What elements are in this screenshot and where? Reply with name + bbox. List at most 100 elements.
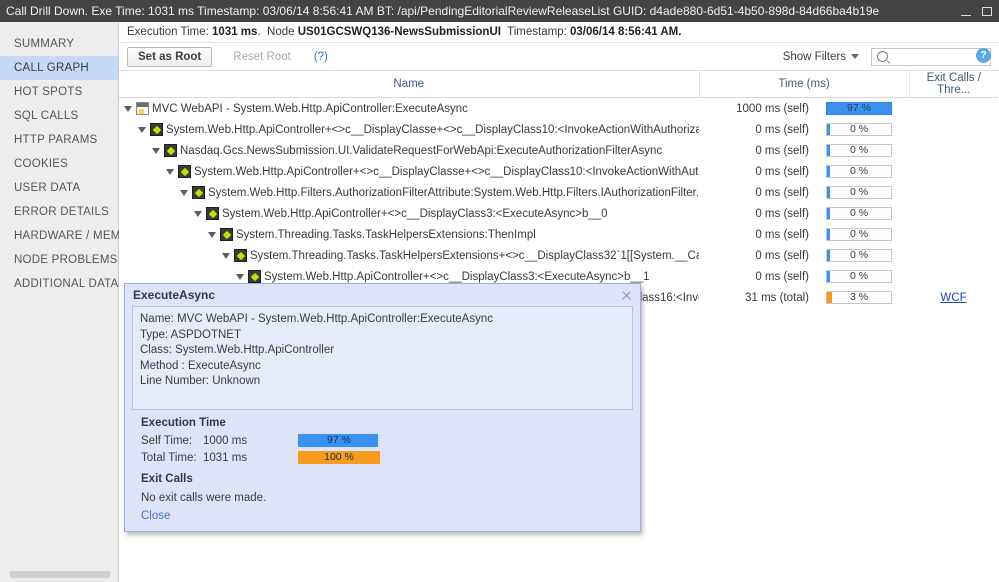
method-node-icon — [248, 270, 261, 283]
show-filters-dropdown[interactable]: Show Filters — [783, 51, 859, 63]
popup-execution-time-heading: Execution Time — [141, 417, 226, 429]
percent-bar: 0 % — [826, 144, 892, 157]
table-row[interactable]: System.Web.Http.Filters.AuthorizationFil… — [119, 182, 998, 203]
cell-exit-calls — [909, 98, 998, 120]
popup-header: ExecuteAsync — [125, 284, 640, 306]
cell-exit-calls — [909, 203, 998, 224]
timestamp-label: Timestamp: — [507, 26, 567, 38]
method-node-icon — [192, 186, 205, 199]
popup-close-link[interactable]: Close — [125, 507, 640, 531]
percent-bar: 0 % — [826, 270, 892, 283]
percent-bar: 97 % — [826, 102, 892, 115]
collapse-triangle-icon[interactable] — [165, 166, 176, 177]
cell-percent-bar: 3 % — [809, 287, 909, 308]
node-label: System.Web.Http.ApiController+<>c__Displ… — [222, 207, 608, 220]
cell-time: 0 ms (self) — [755, 228, 809, 241]
column-header-time[interactable]: Time (ms) — [699, 71, 910, 98]
cell-time: 1000 ms (self) — [736, 102, 809, 115]
popup-total-time-row: Total Time: 1031 ms 100 % — [125, 449, 640, 466]
table-row[interactable]: System.Threading.Tasks.TaskHelpersExtens… — [119, 245, 998, 266]
table-row[interactable]: System.Web.Http.ApiController+<>c__Displ… — [119, 161, 998, 182]
collapse-triangle-icon[interactable] — [151, 145, 162, 156]
timestamp-value: 03/06/14 8:56:41 AM. — [570, 26, 682, 38]
sidebar-item-user-data[interactable]: USER DATA — [0, 176, 118, 200]
set-as-root-button[interactable]: Set as Root — [127, 46, 213, 67]
cell-name: System.Threading.Tasks.TaskHelpersExtens… — [119, 245, 699, 266]
popup-details-text: Name: MVC WebAPI - System.Web.Http.ApiCo… — [140, 313, 494, 387]
collapse-triangle-icon[interactable] — [221, 250, 232, 261]
cell-exit-calls — [909, 140, 998, 161]
collapse-triangle-icon[interactable] — [207, 229, 218, 240]
collapse-triangle-icon[interactable] — [123, 103, 134, 114]
window-title-text: Call Drill Down. Exe Time: 1031 ms Times… — [6, 4, 880, 18]
cell-percent-bar: 0 % — [809, 161, 909, 182]
percent-bar-label: 0 % — [849, 165, 869, 177]
help-badge-icon[interactable]: ? — [976, 48, 991, 63]
collapse-triangle-icon[interactable] — [235, 271, 246, 282]
sidebar-item-error-details[interactable]: ERROR DETAILS — [0, 200, 118, 224]
percent-bar: 3 % — [826, 291, 892, 304]
sidebar-item-node-problems[interactable]: NODE PROBLEMS — [0, 248, 118, 272]
percent-bar-label: 0 % — [849, 123, 869, 135]
popup-total-time-bar: 100 % — [298, 451, 380, 464]
sidebar-item-additional-data[interactable]: ADDITIONAL DATA — [0, 272, 118, 296]
exit-call-link[interactable]: WCF — [940, 292, 966, 304]
search-icon — [877, 51, 888, 62]
table-header-row: Name Time (ms) Exit Calls / Thre... — [119, 71, 998, 98]
node-label: System.Web.Http.Filters.AuthorizationFil… — [208, 186, 699, 199]
cell-time: 0 ms (self) — [755, 123, 809, 136]
sidebar-item-hot-spots[interactable]: HOT SPOTS — [0, 80, 118, 104]
cell-percent-bar: 0 % — [809, 245, 909, 266]
cell-exit-calls — [909, 182, 998, 203]
node-label: System.Web.Http.ApiController+<>c__Displ… — [166, 123, 699, 136]
popup-total-time-label: Total Time: — [141, 451, 197, 464]
search-input[interactable] — [892, 49, 986, 64]
sidebar-item-sql-calls[interactable]: SQL CALLS — [0, 104, 118, 128]
sidebar-item-cookies[interactable]: COOKIES — [0, 152, 118, 176]
percent-bar-label: 3 % — [849, 291, 869, 303]
table-row[interactable]: System.Web.Http.ApiController+<>c__Displ… — [119, 119, 998, 140]
collapse-triangle-icon[interactable] — [179, 187, 190, 198]
percent-bar-label: 0 % — [849, 270, 869, 282]
maximize-icon[interactable] — [982, 6, 993, 17]
window-title-bar: Call Drill Down. Exe Time: 1031 ms Times… — [0, 0, 999, 22]
table-body: MVC WebAPI - System.Web.Http.ApiControll… — [119, 98, 998, 309]
minimize-icon[interactable] — [961, 6, 972, 17]
search-box[interactable] — [871, 47, 991, 66]
sidebar-item-summary[interactable]: SUMMARY — [0, 32, 118, 56]
table-row[interactable]: System.Web.Http.ApiController+<>c__Displ… — [119, 203, 998, 224]
percent-bar: 0 % — [826, 228, 892, 241]
table-row[interactable]: MVC WebAPI - System.Web.Http.ApiControll… — [119, 98, 998, 120]
column-header-name[interactable]: Name — [119, 71, 700, 98]
collapse-triangle-icon[interactable] — [137, 124, 148, 135]
sidebar-item-call-graph[interactable]: CALL GRAPH — [0, 56, 118, 80]
method-node-icon — [206, 207, 219, 220]
percent-bar-label: 0 % — [849, 228, 869, 240]
cell-percent-bar: 0 % — [809, 140, 909, 161]
popup-total-time-value: 1031 ms — [203, 451, 248, 464]
percent-bar: 0 % — [826, 186, 892, 199]
node-label: System.Web.Http.ApiController+<>c__Displ… — [264, 270, 650, 283]
sidebar-scrollbar[interactable] — [10, 571, 110, 578]
popup-exit-calls-note: No exit calls were made. — [141, 492, 267, 504]
sidebar-scrollbar-thumb[interactable] — [10, 571, 110, 578]
sidebar-item-hardware-mem[interactable]: HARDWARE / MEM — [0, 224, 120, 248]
percent-bar-label: 0 % — [849, 144, 869, 156]
app-shell: SUMMARY CALL GRAPH HOT SPOTS SQL CALLS HTTP … — [0, 22, 999, 582]
cell-percent-bar: 0 % — [809, 182, 909, 203]
close-icon[interactable] — [621, 290, 632, 301]
popup-self-time-row: Self Time: 1000 ms 97 % — [125, 432, 640, 449]
cell-percent-bar: 97 % — [809, 98, 909, 120]
table-row[interactable]: Nasdaq.Gcs.NewsSubmission.UI.ValidateReq… — [119, 140, 998, 161]
node-details-popup: ExecuteAsync Name: MVC WebAPI - System.W… — [124, 283, 641, 532]
popup-self-time-bar: 97 % — [298, 434, 380, 447]
cell-time: 0 ms (self) — [755, 186, 809, 199]
toolbar-help-link[interactable]: (?) — [314, 51, 328, 63]
table-row[interactable]: System.Threading.Tasks.TaskHelpersExtens… — [119, 224, 998, 245]
popup-self-time-pct: 97 % — [327, 434, 351, 446]
sidebar-item-http-params[interactable]: HTTP PARAMS — [0, 128, 118, 152]
collapse-triangle-icon[interactable] — [193, 208, 204, 219]
column-header-exit-calls[interactable]: Exit Calls / Thre... — [909, 71, 998, 98]
node-label: System.Threading.Tasks.TaskHelpersExtens… — [250, 249, 699, 262]
node-label: Nasdaq.Gcs.NewsSubmission.UI.ValidateReq… — [180, 144, 663, 157]
